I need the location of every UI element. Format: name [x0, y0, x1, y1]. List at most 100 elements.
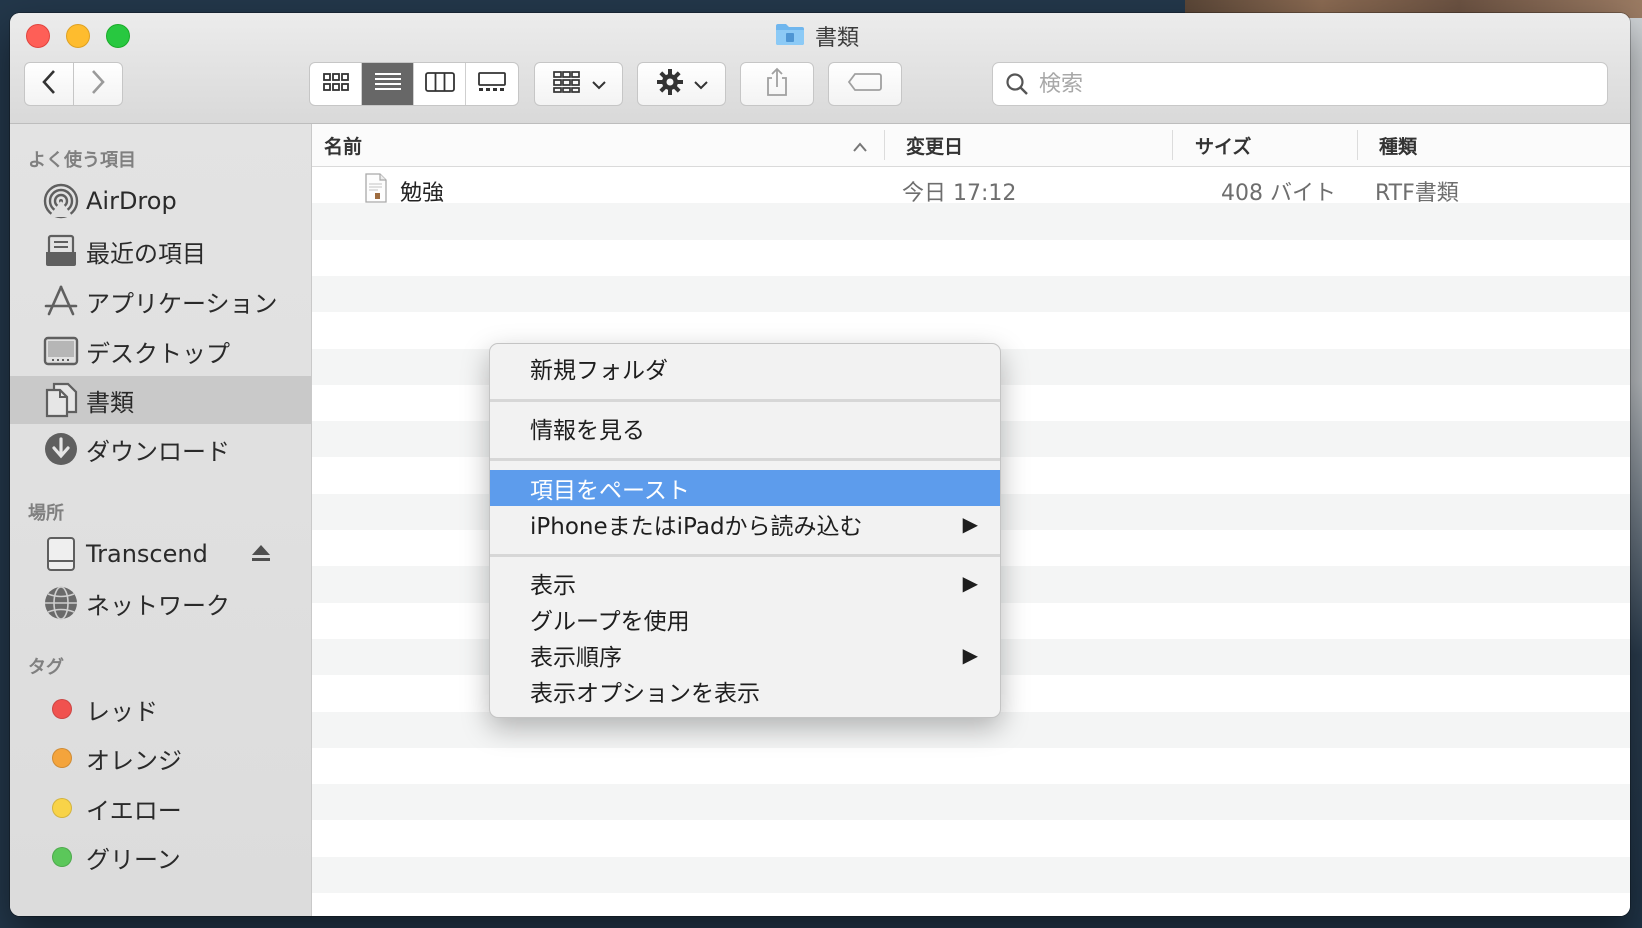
window-title-text: 書類: [815, 26, 860, 51]
sidebar-item-label: Transcend: [86, 540, 208, 568]
menu-separator: [490, 458, 1000, 461]
menu-item-get-info[interactable]: 情報を見る: [490, 410, 1000, 446]
menu-item-import-from-iphone[interactable]: iPhoneまたはiPadから読み込む ▶: [490, 506, 1000, 542]
file-kind: RTF書類: [1375, 181, 1459, 206]
column-divider[interactable]: [884, 130, 885, 160]
menu-item-label: 表示順序: [530, 645, 622, 671]
sidebar-item-label: AirDrop: [86, 187, 177, 215]
tag-icon: [847, 72, 883, 96]
airdrop-icon: [42, 182, 80, 220]
file-size: 408 バイト: [1221, 181, 1336, 206]
column-divider[interactable]: [1357, 130, 1358, 160]
gallery-view-icon: [477, 71, 507, 97]
column-header-size[interactable]: サイズ: [1195, 124, 1251, 166]
sidebar-item-transcend[interactable]: Transcend: [10, 530, 311, 578]
column-view-button[interactable]: [414, 63, 466, 105]
row-stripe: [312, 820, 1630, 857]
sidebar-item-label: 書類: [86, 388, 134, 417]
file-name: 勉強: [400, 181, 445, 206]
sidebar-item-label: イエロー: [86, 796, 182, 825]
menu-item-label: iPhoneまたはiPadから読み込む: [530, 514, 863, 540]
sidebar: よく使う項目 AirDrop 最近の項目 アプリケーション デスクトップ 書類 …: [10, 124, 312, 916]
sidebar-item-downloads[interactable]: ダウンロード: [10, 425, 311, 473]
menu-item-show-view-options[interactable]: 表示オプションを表示: [490, 673, 1000, 709]
action-menu-button[interactable]: [637, 62, 726, 106]
recents-icon: [42, 232, 80, 270]
sidebar-item-label: ダウンロード: [86, 437, 230, 466]
sidebar-section-locations: 場所: [28, 503, 64, 524]
search-field[interactable]: [992, 62, 1608, 106]
row-stripe: [312, 747, 1630, 785]
forward-button[interactable]: [73, 62, 123, 106]
sidebar-item-network[interactable]: ネットワーク: [10, 579, 311, 627]
chevron-down-icon: [693, 75, 708, 94]
column-header-kind[interactable]: 種類: [1379, 124, 1417, 166]
column-header-name[interactable]: 名前: [324, 124, 362, 166]
sidebar-item-label: アプリケーション: [86, 289, 278, 318]
chevron-right-icon: [90, 69, 106, 99]
sidebar-item-recents[interactable]: 最近の項目: [10, 227, 311, 275]
menu-item-new-folder[interactable]: 新規フォルダ: [490, 350, 1000, 386]
sidebar-section-favorites: よく使う項目: [28, 150, 136, 171]
icon-view-button[interactable]: [310, 63, 362, 105]
sidebar-item-desktop[interactable]: デスクトップ: [10, 327, 311, 375]
sidebar-tag-red[interactable]: レッド: [10, 685, 311, 733]
tag-button[interactable]: [828, 62, 902, 106]
downloads-icon: [42, 430, 80, 468]
context-menu: 新規フォルダ 情報を見る 項目をペースト iPhoneまたはiPadから読み込む…: [489, 343, 1001, 718]
row-stripe: [312, 893, 1630, 916]
view-mode-control: [309, 62, 519, 106]
share-button[interactable]: [740, 62, 814, 106]
row-stripe: [312, 275, 1630, 313]
search-input[interactable]: [1037, 70, 1581, 98]
sidebar-item-label: ネットワーク: [86, 591, 230, 620]
search-icon: [1005, 72, 1029, 96]
list-view-button[interactable]: [362, 63, 414, 105]
sidebar-item-documents[interactable]: 書類: [10, 376, 311, 424]
file-modified: 今日 17:12: [902, 181, 1017, 206]
menu-item-view[interactable]: 表示 ▶: [490, 565, 1000, 601]
table-row[interactable]: 勉強 今日 17:12 408 バイト RTF書類: [312, 167, 1630, 210]
submenu-arrow-icon: ▶: [962, 643, 978, 667]
column-header-modified[interactable]: 変更日: [906, 124, 963, 166]
tag-color-dot: [52, 699, 72, 719]
close-window-button[interactable]: [26, 24, 50, 48]
column-header-row: 名前 変更日 サイズ 種類: [312, 124, 1630, 167]
column-divider[interactable]: [1172, 130, 1173, 160]
back-button[interactable]: [24, 62, 74, 106]
sidebar-item-label: デスクトップ: [86, 339, 230, 368]
menu-item-sort-by[interactable]: 表示順序 ▶: [490, 637, 1000, 673]
sidebar-item-airdrop[interactable]: AirDrop: [10, 177, 311, 225]
sidebar-item-label: グリーン: [86, 845, 181, 874]
sidebar-tag-green[interactable]: グリーン: [10, 833, 311, 881]
sidebar-tag-yellow[interactable]: イエロー: [10, 784, 311, 832]
folder-icon: [775, 22, 805, 50]
sort-ascending-icon[interactable]: [852, 138, 868, 157]
gallery-view-button[interactable]: [466, 63, 518, 105]
sidebar-item-applications[interactable]: アプリケーション: [10, 277, 311, 325]
minimize-window-button[interactable]: [66, 24, 90, 48]
row-stripe: [312, 784, 1630, 821]
menu-item-label: 項目をペースト: [530, 478, 690, 504]
tag-color-dot: [52, 798, 72, 818]
menu-item-paste-item[interactable]: 項目をペースト: [490, 470, 1000, 506]
menu-separator: [490, 554, 1000, 557]
sidebar-section-tags: タグ: [28, 657, 64, 678]
sidebar-item-label: レッド: [86, 697, 158, 726]
menu-item-use-groups[interactable]: グループを使用: [490, 601, 1000, 637]
window-title: 書類: [775, 21, 859, 51]
icon-view-icon: [322, 72, 350, 96]
row-stripe: [312, 239, 1630, 276]
sidebar-tag-orange[interactable]: オレンジ: [10, 734, 311, 782]
tag-color-dot: [52, 748, 72, 768]
network-icon: [42, 584, 80, 622]
menu-item-label: 表示: [530, 573, 576, 599]
sidebar-item-label: オレンジ: [86, 746, 182, 775]
menu-item-label: グループを使用: [530, 609, 690, 635]
finder-window: 書類 検索 よく使う項目 AirDrop 最近の項目 アプリケーション デスクト…: [10, 13, 1630, 916]
group-icon: [552, 70, 582, 98]
eject-icon[interactable]: [250, 542, 272, 568]
menu-item-label: 新規フォルダ: [530, 358, 668, 384]
group-by-button[interactable]: [534, 62, 623, 106]
zoom-window-button[interactable]: [106, 24, 130, 48]
